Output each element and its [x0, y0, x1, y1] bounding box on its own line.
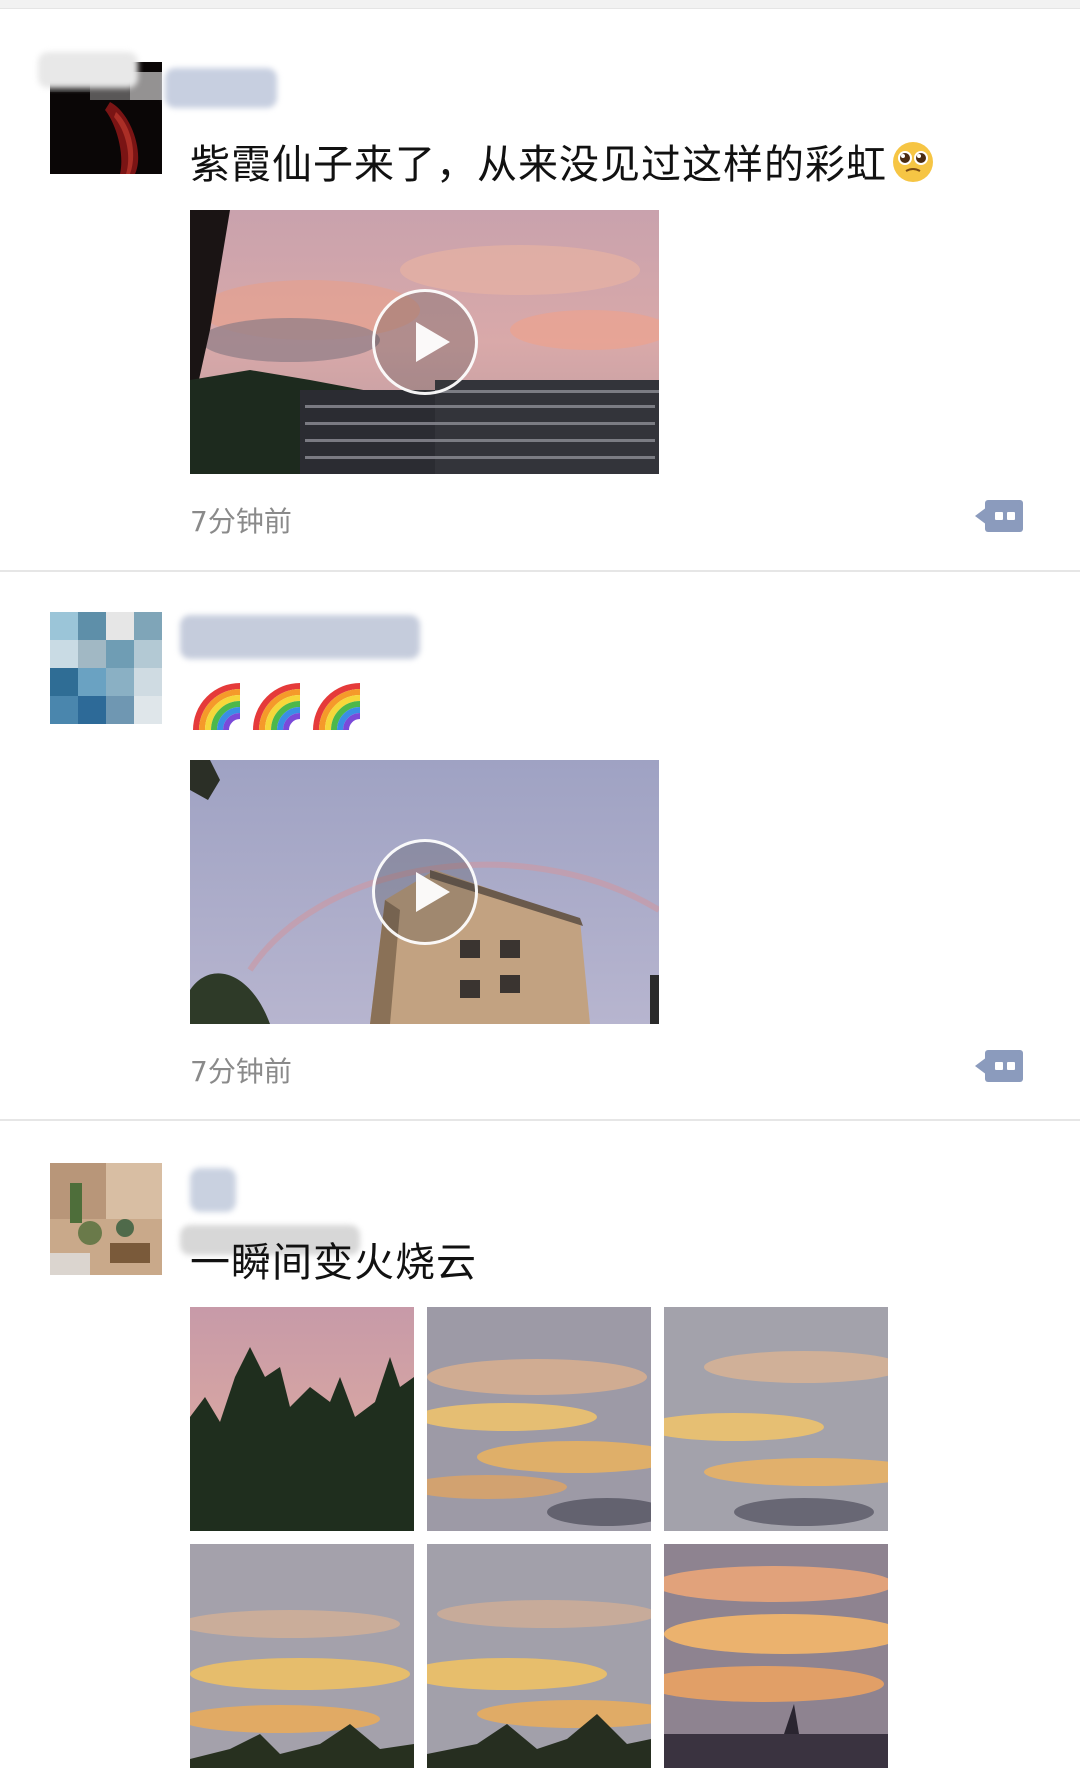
- pleading-face-emoji: [887, 142, 935, 188]
- blur-overlay: [38, 52, 138, 88]
- post-divider: [0, 570, 1080, 572]
- play-icon[interactable]: [371, 839, 478, 945]
- username-blurred[interactable]: [165, 68, 277, 108]
- post-divider: [0, 1119, 1080, 1121]
- photo-thumbnail[interactable]: [664, 1307, 888, 1531]
- play-icon[interactable]: [371, 289, 478, 395]
- video-thumbnail[interactable]: [190, 760, 659, 1024]
- comment-icon[interactable]: [975, 498, 1023, 534]
- rainbow-emoji: [312, 682, 364, 731]
- photo-thumbnail[interactable]: [190, 1544, 414, 1768]
- username-blurred[interactable]: [190, 1168, 236, 1212]
- photo-thumbnail[interactable]: [190, 1307, 414, 1531]
- post-text: 一瞬间变火烧云: [190, 1240, 477, 1286]
- top-edge-bar: [0, 0, 1080, 9]
- avatar[interactable]: [50, 612, 162, 724]
- comment-icon[interactable]: [975, 1048, 1023, 1084]
- photo-thumbnail[interactable]: [664, 1544, 888, 1768]
- avatar[interactable]: [50, 1163, 162, 1275]
- username-blurred[interactable]: [180, 615, 420, 659]
- post-time: 7分钟前: [190, 505, 292, 538]
- post-time: 7分钟前: [190, 1055, 292, 1088]
- photo-thumbnail[interactable]: [427, 1307, 651, 1531]
- rainbow-emoji: [252, 682, 304, 731]
- video-thumbnail[interactable]: [190, 210, 659, 474]
- photo-thumbnail[interactable]: [427, 1544, 651, 1768]
- rainbow-emoji: [192, 682, 244, 731]
- post-text-content: 紫霞仙子来了，从来没见过这样的彩虹: [190, 142, 887, 188]
- post-text: 紫霞仙子来了，从来没见过这样的彩虹: [190, 132, 935, 190]
